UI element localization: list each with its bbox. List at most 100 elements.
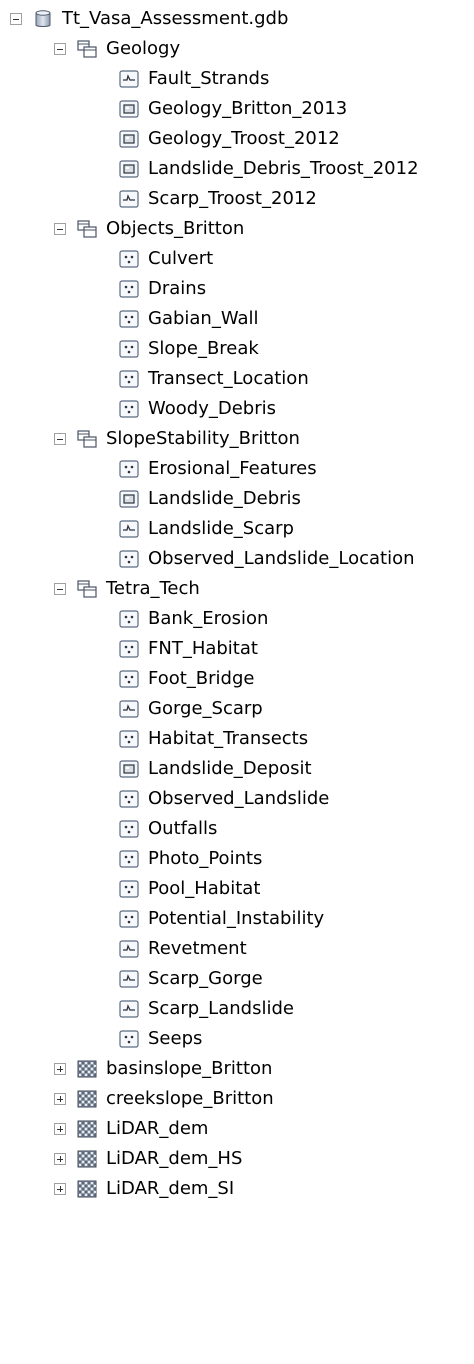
feature-class-node[interactable]: Landslide_Deposit [118,754,312,784]
collapse-toggle[interactable] [54,43,66,55]
feature-dataset-icon [76,428,98,450]
feature-class-node[interactable]: Slope_Break [118,334,259,364]
feature-class-node[interactable]: Woody_Debris [118,394,276,424]
raster-dataset-node[interactable]: LiDAR_dem_SI [54,1174,234,1204]
expand-toggle[interactable] [54,1153,66,1165]
feature-class-node[interactable]: Habitat_Transects [118,724,308,754]
feature-class-node[interactable]: Transect_Location [118,364,309,394]
feature-class-node[interactable]: Potential_Instability [118,904,324,934]
polygon-feature-class-icon [118,488,140,510]
tree-item-label: basinslope_Britton [106,1058,273,1079]
feature-class-node[interactable]: Drains [118,274,206,304]
point-feature-class-icon [118,278,140,300]
feature-class-node[interactable]: Scarp_Landslide [118,994,294,1024]
tree-item-label: Observed_Landslide [148,788,330,809]
tree-item-label: Bank_Erosion [148,608,269,629]
expand-toggle[interactable] [54,1093,66,1105]
line-feature-class-icon [118,998,140,1020]
tree-item-label: Landslide_Debris [148,488,301,509]
point-feature-class-icon [118,608,140,630]
feature-dataset-node[interactable]: Objects_Britton [54,214,244,244]
feature-class-node[interactable]: Photo_Points [118,844,262,874]
feature-class-node[interactable]: Geology_Britton_2013 [118,94,347,124]
feature-class-node[interactable]: Scarp_Gorge [118,964,263,994]
point-feature-class-icon [118,908,140,930]
database-icon [32,8,54,30]
tree-item-label: Scarp_Troost_2012 [148,188,317,209]
raster-icon [76,1148,98,1170]
feature-class-node[interactable]: Outfalls [118,814,217,844]
collapse-toggle[interactable] [54,223,66,235]
tree-item-label: Woody_Debris [148,398,276,419]
raster-icon [76,1058,98,1080]
feature-dataset-icon [76,218,98,240]
point-feature-class-icon [118,308,140,330]
feature-class-node[interactable]: FNT_Habitat [118,634,258,664]
raster-icon [76,1088,98,1110]
feature-dataset-node[interactable]: Tetra_Tech [54,574,200,604]
feature-class-node[interactable]: Revetment [118,934,247,964]
feature-class-node[interactable]: Culvert [118,244,213,274]
tree-item-label: Transect_Location [148,368,309,389]
tree-item-label: Scarp_Gorge [148,968,263,989]
polygon-feature-class-icon [118,128,140,150]
raster-dataset-node[interactable]: LiDAR_dem_HS [54,1144,242,1174]
tree-item-label: Revetment [148,938,247,959]
feature-class-node[interactable]: Bank_Erosion [118,604,268,634]
tree-item-label: LiDAR_dem_HS [106,1148,243,1169]
point-feature-class-icon [118,728,140,750]
tree-item-label: Tetra_Tech [106,578,200,599]
point-feature-class-icon [118,338,140,360]
collapse-toggle[interactable] [10,13,22,25]
tree-item-label: Geology [106,38,181,59]
feature-class-node[interactable]: Foot_Bridge [118,664,254,694]
line-feature-class-icon [118,68,140,90]
feature-class-node[interactable]: Seeps [118,1024,202,1054]
feature-class-node[interactable]: Scarp_Troost_2012 [118,184,317,214]
collapse-toggle[interactable] [54,583,66,595]
feature-dataset-icon [76,578,98,600]
tree-item-label: Fault_Strands [148,68,270,89]
expand-toggle[interactable] [54,1183,66,1195]
tree-item-label: Photo_Points [148,848,263,869]
tree-root-geodatabase[interactable]: Tt_Vasa_Assessment.gdb [10,4,288,34]
tree-item-label: Landslide_Deposit [148,758,312,779]
expand-toggle[interactable] [54,1063,66,1075]
feature-dataset-node[interactable]: SlopeStability_Britton [54,424,300,454]
tree-item-label: Tt_Vasa_Assessment.gdb [62,8,289,29]
collapse-toggle[interactable] [54,433,66,445]
feature-class-node[interactable]: Gabian_Wall [118,304,259,334]
point-feature-class-icon [118,1028,140,1050]
tree-item-label: SlopeStability_Britton [106,428,300,449]
tree-item-label: Outfalls [148,818,218,839]
point-feature-class-icon [118,368,140,390]
point-feature-class-icon [118,638,140,660]
point-feature-class-icon [118,248,140,270]
tree-item-label: LiDAR_dem_SI [106,1178,235,1199]
feature-dataset-node[interactable]: Geology [54,34,180,64]
expand-toggle[interactable] [54,1123,66,1135]
feature-class-node[interactable]: Pool_Habitat [118,874,260,904]
feature-class-node[interactable]: Landslide_Debris_Troost_2012 [118,154,419,184]
tree-item-label: Scarp_Landslide [148,998,294,1019]
feature-class-node[interactable]: Geology_Troost_2012 [118,124,340,154]
feature-class-node[interactable]: Observed_Landslide [118,784,329,814]
raster-dataset-node[interactable]: LiDAR_dem [54,1114,208,1144]
raster-dataset-node[interactable]: creekslope_Britton [54,1084,274,1114]
feature-class-node[interactable]: Erosional_Features [118,454,317,484]
line-feature-class-icon [118,188,140,210]
point-feature-class-icon [118,818,140,840]
feature-class-node[interactable]: Observed_Landslide_Location [118,544,415,574]
feature-class-node[interactable]: Fault_Strands [118,64,269,94]
tree-item-label: Observed_Landslide_Location [148,548,415,569]
tree-item-label: Landslide_Debris_Troost_2012 [148,158,419,179]
tree-item-label: Potential_Instability [148,908,325,929]
tree-item-label: Drains [148,278,207,299]
tree-item-label: Landslide_Scarp [148,518,294,539]
feature-class-node[interactable]: Gorge_Scarp [118,694,263,724]
feature-class-node[interactable]: Landslide_Debris [118,484,301,514]
polygon-feature-class-icon [118,98,140,120]
tree-item-label: Seeps [148,1028,203,1049]
feature-class-node[interactable]: Landslide_Scarp [118,514,294,544]
raster-dataset-node[interactable]: basinslope_Britton [54,1054,272,1084]
